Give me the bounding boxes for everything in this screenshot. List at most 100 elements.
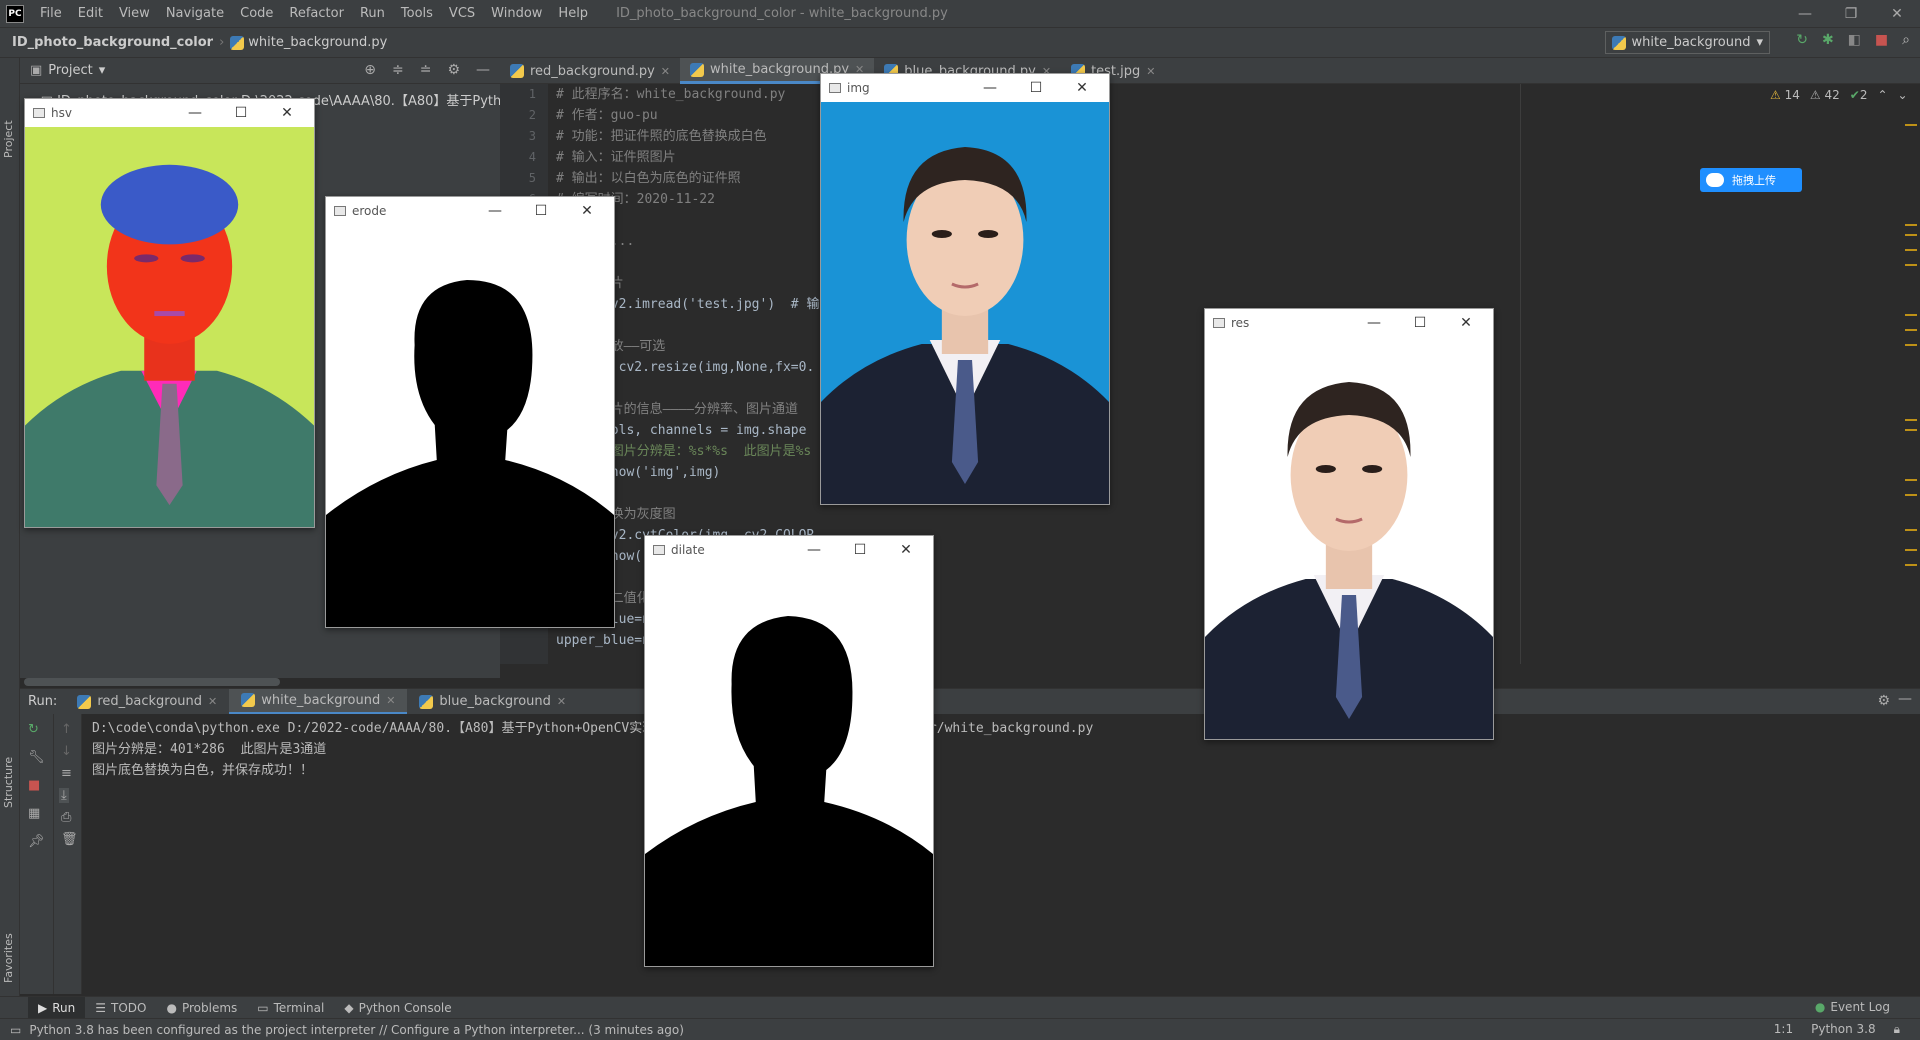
cv-window-titlebar[interactable]: img — ☐ ✕ xyxy=(821,74,1109,102)
close-icon[interactable]: ✕ xyxy=(1874,0,1920,28)
print-icon[interactable]: ⎙ xyxy=(61,810,71,825)
upload-button[interactable]: 拖拽上传 xyxy=(1700,168,1802,192)
status-square-icon[interactable]: ▭ xyxy=(10,1023,21,1037)
close-icon[interactable]: ✕ xyxy=(883,536,929,564)
warning-stripe-mark[interactable] xyxy=(1905,124,1917,126)
run-console[interactable]: D:\code\conda\python.exe D:/2022-code/AA… xyxy=(82,714,1920,994)
close-icon[interactable]: ✕ xyxy=(1146,65,1155,78)
wrench-icon[interactable]: 🔧︎ xyxy=(28,750,45,765)
close-icon[interactable]: ✕ xyxy=(1059,74,1105,102)
menu-item-run[interactable]: Run xyxy=(352,0,393,28)
menu-item-file[interactable]: File xyxy=(32,0,70,28)
run-tab-red_background[interactable]: red_background ✕ xyxy=(65,689,229,715)
rerun-icon[interactable]: ↻ xyxy=(1796,32,1808,48)
minimize-icon[interactable]: — xyxy=(967,74,1013,102)
coverage-icon[interactable]: ◧ xyxy=(1848,32,1861,48)
menu-item-refactor[interactable]: Refactor xyxy=(281,0,352,28)
maximize-icon[interactable]: ☐ xyxy=(1397,309,1443,337)
lock-icon[interactable]: 🔒︎ xyxy=(1894,1022,1900,1037)
warning-stripe-mark[interactable] xyxy=(1905,264,1917,266)
soft-wrap-icon[interactable]: ≡ xyxy=(61,766,72,781)
warning-stripe-mark[interactable] xyxy=(1905,419,1917,421)
cv-window-titlebar[interactable]: dilate — ☐ ✕ xyxy=(645,536,933,564)
layout-icon[interactable]: ▦ xyxy=(28,806,40,821)
minimize-icon[interactable]: — xyxy=(1351,309,1397,337)
favorites-tool-tab[interactable]: Favorites xyxy=(2,933,15,983)
locate-icon[interactable]: ⊕ xyxy=(364,62,376,78)
cv-window-erode[interactable]: erode — ☐ ✕ xyxy=(325,196,615,628)
maximize-icon[interactable]: ☐ xyxy=(218,99,264,127)
arrow-down-icon[interactable]: ↓ xyxy=(61,744,72,759)
maximize-icon[interactable]: ☐ xyxy=(837,536,883,564)
cv-window-res[interactable]: res — ☐ ✕ xyxy=(1204,308,1494,740)
code-line[interactable]: # 作者：guo-pu xyxy=(548,105,1920,126)
pin-icon[interactable]: 📌︎ xyxy=(28,834,45,849)
menu-item-window[interactable]: Window xyxy=(483,0,550,28)
cv-window-hsv[interactable]: hsv — ☐ ✕ xyxy=(24,98,315,528)
menu-item-code[interactable]: Code xyxy=(232,0,281,28)
project-tool-tab[interactable]: Project xyxy=(2,120,15,158)
cv-window-titlebar[interactable]: hsv — ☐ ✕ xyxy=(25,99,314,127)
gear-icon[interactable]: ⚙ xyxy=(447,62,460,78)
warning-stripe-mark[interactable] xyxy=(1905,314,1917,316)
close-icon[interactable]: ✕ xyxy=(386,694,395,707)
warning-stripe-mark[interactable] xyxy=(1905,249,1917,251)
cv-window-titlebar[interactable]: res — ☐ ✕ xyxy=(1205,309,1493,337)
warning-stripe-mark[interactable] xyxy=(1905,564,1917,566)
collapse-all-icon[interactable]: ≐ xyxy=(420,62,432,78)
bottom-tab-todo[interactable]: ☰ TODO xyxy=(85,997,156,1019)
close-icon[interactable]: ✕ xyxy=(564,197,610,225)
trash-icon[interactable]: 🗑︎ xyxy=(61,832,78,847)
arrow-up-icon[interactable]: ↑ xyxy=(61,722,72,737)
code-line[interactable]: # 输入：证件照图片 xyxy=(548,147,1920,168)
project-panel-title[interactable]: Project xyxy=(48,63,92,78)
close-icon[interactable]: ✕ xyxy=(208,695,217,708)
warning-stripe-mark[interactable] xyxy=(1905,329,1917,331)
cv-window-img[interactable]: img — ☐ ✕ xyxy=(820,73,1110,505)
warning-stripe-mark[interactable] xyxy=(1905,224,1917,226)
code-line[interactable]: # 编写时间：2020-11-22 xyxy=(548,189,1920,210)
run-tab-white_background[interactable]: white_background ✕ xyxy=(229,688,408,715)
code-line[interactable] xyxy=(548,210,1920,231)
warning-stripe-mark[interactable] xyxy=(1905,494,1917,496)
menu-item-edit[interactable]: Edit xyxy=(70,0,111,28)
editor-tab-red_background-py[interactable]: red_background.py ✕ xyxy=(500,58,680,84)
hide-icon[interactable]: — xyxy=(476,62,490,78)
hide-icon[interactable]: — xyxy=(1898,691,1912,707)
event-log-button[interactable]: ● Event Log xyxy=(1815,1000,1890,1014)
maximize-icon[interactable]: ☐ xyxy=(518,197,564,225)
debug-icon[interactable]: ✱ xyxy=(1822,32,1834,48)
menu-item-vcs[interactable]: VCS xyxy=(441,0,483,28)
bottom-tab-python-console[interactable]: ◆ Python Console xyxy=(334,997,461,1019)
warning-stripe-mark[interactable] xyxy=(1905,429,1917,431)
menu-item-tools[interactable]: Tools xyxy=(393,0,441,28)
close-icon[interactable]: ✕ xyxy=(661,65,670,78)
menu-item-help[interactable]: Help xyxy=(550,0,596,28)
maximize-icon[interactable]: ☐ xyxy=(1013,74,1059,102)
warning-stripe-mark[interactable] xyxy=(1905,344,1917,346)
close-icon[interactable]: ✕ xyxy=(1443,309,1489,337)
code-line[interactable]: import ... xyxy=(548,231,1920,252)
rerun-icon[interactable]: ↻ xyxy=(28,722,39,737)
warning-stripe-mark[interactable] xyxy=(1905,529,1917,531)
warning-stripe-mark[interactable] xyxy=(1905,234,1917,236)
code-line[interactable] xyxy=(548,252,1920,273)
menu-item-view[interactable]: View xyxy=(111,0,158,28)
horizontal-scrollbar[interactable] xyxy=(24,678,280,686)
chevron-down-icon[interactable]: ▾ xyxy=(99,63,106,78)
breadcrumb-file[interactable]: white_background.py xyxy=(230,35,387,50)
scroll-to-end-icon[interactable]: ⤓ xyxy=(59,788,69,803)
inspection-widget[interactable]: ⚠ 14 ⚠ 42 ✔2 ⌃ ⌄ xyxy=(1770,88,1908,102)
menu-item-navigate[interactable]: Navigate xyxy=(158,0,232,28)
minimize-icon[interactable]: — xyxy=(172,99,218,127)
status-message[interactable]: Python 3.8 has been configured as the pr… xyxy=(29,1023,684,1037)
interpreter-indicator[interactable]: Python 3.8 xyxy=(1811,1022,1876,1037)
expand-all-icon[interactable]: ≑ xyxy=(392,62,404,78)
chevron-up-icon[interactable]: ⌃ xyxy=(1877,88,1887,102)
code-line[interactable]: # 功能：把证件照的底色替换成白色 xyxy=(548,126,1920,147)
run-configuration-dropdown[interactable]: white_background ▾ xyxy=(1605,31,1770,54)
minimize-icon[interactable]: — xyxy=(791,536,837,564)
close-icon[interactable]: ✕ xyxy=(264,99,310,127)
structure-tool-tab[interactable]: Structure xyxy=(2,757,15,808)
bottom-tab-terminal[interactable]: ▭ Terminal xyxy=(247,997,334,1019)
